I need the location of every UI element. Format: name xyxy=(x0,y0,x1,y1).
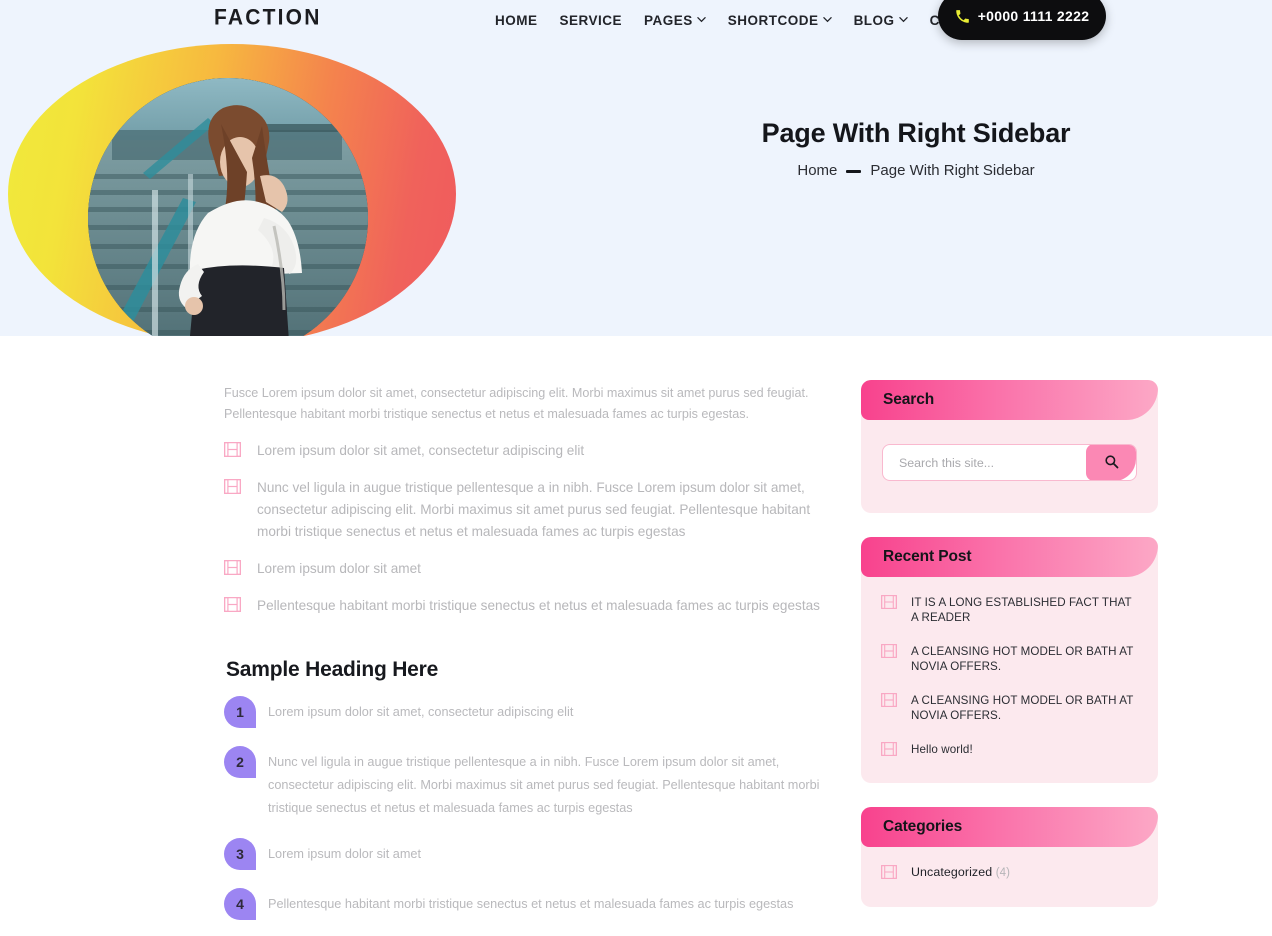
sidebar: Search Search this site... Recent Post I… xyxy=(861,380,1158,931)
categories-widget: Categories Uncategorized (4) xyxy=(861,807,1158,907)
number-badge: 2 xyxy=(224,746,256,778)
nav-item-home[interactable]: HOME xyxy=(495,13,549,28)
list-item-text: A CLEANSING HOT MODEL OR BATH AT NOVIA O… xyxy=(911,645,1134,673)
search-box xyxy=(882,444,1137,481)
list-item-text: IT IS A LONG ESTABLISHED FACT THAT A REA… xyxy=(911,596,1132,624)
search-button[interactable] xyxy=(1086,445,1136,480)
list-item-text: A CLEANSING HOT MODEL OR BATH AT NOVIA O… xyxy=(911,694,1134,722)
film-strip-icon xyxy=(224,597,241,612)
hero-image-blob xyxy=(8,44,456,336)
number-badge: 1 xyxy=(224,696,256,728)
nav-item-pages[interactable]: PAGES xyxy=(633,13,717,28)
intro-paragraph: Fusce Lorem ipsum dolor sit amet, consec… xyxy=(224,386,809,421)
film-strip-icon xyxy=(881,644,897,658)
list-item: Nunc vel ligula in augue tristique pelle… xyxy=(224,477,840,543)
breadcrumb: Home Page With Right Sidebar xyxy=(636,162,1196,179)
list-item: 1 Lorem ipsum dolor sit amet, consectetu… xyxy=(224,696,840,728)
search-widget-body xyxy=(861,424,1158,503)
list-item: 2 Nunc vel ligula in augue tristique pel… xyxy=(224,746,840,820)
list-item-text: Nunc vel ligula in augue tristique pelle… xyxy=(268,755,820,815)
numbered-list: 1 Lorem ipsum dolor sit amet, consectetu… xyxy=(224,696,840,920)
search-icon xyxy=(1104,454,1119,472)
widget-header: Categories xyxy=(861,807,1158,847)
list-item-text: Hello world! xyxy=(911,743,973,756)
list-item[interactable]: A CLEANSING HOT MODEL OR BATH AT NOVIA O… xyxy=(881,644,1138,674)
section-heading: Sample Heading Here xyxy=(226,658,439,681)
search-widget: Search xyxy=(861,380,1158,513)
list-item-text: Lorem ipsum dolor sit amet xyxy=(257,561,421,576)
list-item-text: Pellentesque habitant morbi tristique se… xyxy=(268,897,794,911)
recent-post-list: IT IS A LONG ESTABLISHED FACT THAT A REA… xyxy=(861,581,1158,773)
feature-list: Lorem ipsum dolor sit amet, consectetur … xyxy=(224,440,840,617)
category-label: Uncategorized xyxy=(911,865,993,879)
brand-logo[interactable]: FACTION xyxy=(214,5,322,30)
list-item: 4 Pellentesque habitant morbi tristique … xyxy=(224,888,840,920)
phone-icon xyxy=(955,9,970,24)
nav-label: HOME xyxy=(495,13,538,28)
site-header: FACTION HOME SERVICE PAGES SHORTCODE BLO… xyxy=(0,0,1272,47)
hero-text-block: Page With Right Sidebar Home Page With R… xyxy=(636,118,1196,179)
list-item-text: Lorem ipsum dolor sit amet xyxy=(268,847,422,861)
breadcrumb-current: Page With Right Sidebar xyxy=(870,162,1035,179)
breadcrumb-home-link[interactable]: Home xyxy=(797,162,837,179)
number-badge: 4 xyxy=(224,888,256,920)
hero-section: FACTION HOME SERVICE PAGES SHORTCODE BLO… xyxy=(0,0,1272,336)
nav-label: SHORTCODE xyxy=(727,13,819,28)
film-strip-icon xyxy=(881,595,897,609)
widget-title: Categories xyxy=(883,818,963,835)
list-item[interactable]: IT IS A LONG ESTABLISHED FACT THAT A REA… xyxy=(881,595,1138,625)
phone-button[interactable]: +0000 1111 2222 xyxy=(938,0,1106,40)
chevron-down-icon xyxy=(822,15,832,24)
nav-label: BLOG xyxy=(853,13,895,28)
search-input[interactable] xyxy=(883,445,1086,480)
category-count: (4) xyxy=(995,867,1011,879)
widget-title: Recent Post xyxy=(883,548,972,565)
widget-header: Search xyxy=(861,380,1158,420)
film-strip-icon xyxy=(224,442,241,457)
list-item: Lorem ipsum dolor sit amet xyxy=(224,558,840,580)
categories-list: Uncategorized (4) xyxy=(861,851,1158,897)
nav-label: SERVICE xyxy=(559,13,623,28)
list-item-text: Nunc vel ligula in augue tristique pelle… xyxy=(257,480,811,539)
chevron-down-icon xyxy=(898,15,908,24)
page-body: Fusce Lorem ipsum dolor sit amet, consec… xyxy=(0,336,1272,936)
main-navigation: HOME SERVICE PAGES SHORTCODE BLOG xyxy=(495,13,1009,28)
nav-item-service[interactable]: SERVICE xyxy=(549,13,634,28)
chevron-down-icon xyxy=(697,15,706,24)
list-item-text: Lorem ipsum dolor sit amet, consectetur … xyxy=(268,705,574,719)
nav-label: PAGES xyxy=(644,13,693,28)
list-item: Lorem ipsum dolor sit amet, consectetur … xyxy=(224,440,840,462)
film-strip-icon xyxy=(224,560,241,575)
widget-title: Search xyxy=(883,391,935,408)
list-item[interactable]: Uncategorized (4) xyxy=(881,865,1138,881)
list-item-text: Lorem ipsum dolor sit amet, consectetur … xyxy=(257,443,585,458)
film-strip-icon xyxy=(881,865,897,879)
film-strip-icon xyxy=(881,742,897,756)
widget-header: Recent Post xyxy=(861,537,1158,577)
list-item-text: Pellentesque habitant morbi tristique se… xyxy=(257,598,820,613)
list-item: 3 Lorem ipsum dolor sit amet xyxy=(224,838,840,870)
nav-item-blog[interactable]: BLOG xyxy=(843,13,919,28)
recent-post-widget: Recent Post IT IS A LONG ESTABLISHED FAC… xyxy=(861,537,1158,783)
number-badge: 3 xyxy=(224,838,256,870)
list-item[interactable]: Hello world! xyxy=(881,742,1138,757)
main-content-column: Fusce Lorem ipsum dolor sit amet, consec… xyxy=(224,383,840,936)
page-title: Page With Right Sidebar xyxy=(761,118,1071,148)
nav-item-shortcode[interactable]: SHORTCODE xyxy=(717,13,843,28)
list-item: Pellentesque habitant morbi tristique se… xyxy=(224,595,840,617)
phone-number: +0000 1111 2222 xyxy=(977,8,1090,24)
list-item[interactable]: A CLEANSING HOT MODEL OR BATH AT NOVIA O… xyxy=(881,693,1138,723)
film-strip-icon xyxy=(224,479,241,494)
breadcrumb-separator xyxy=(846,170,862,173)
film-strip-icon xyxy=(881,693,897,707)
